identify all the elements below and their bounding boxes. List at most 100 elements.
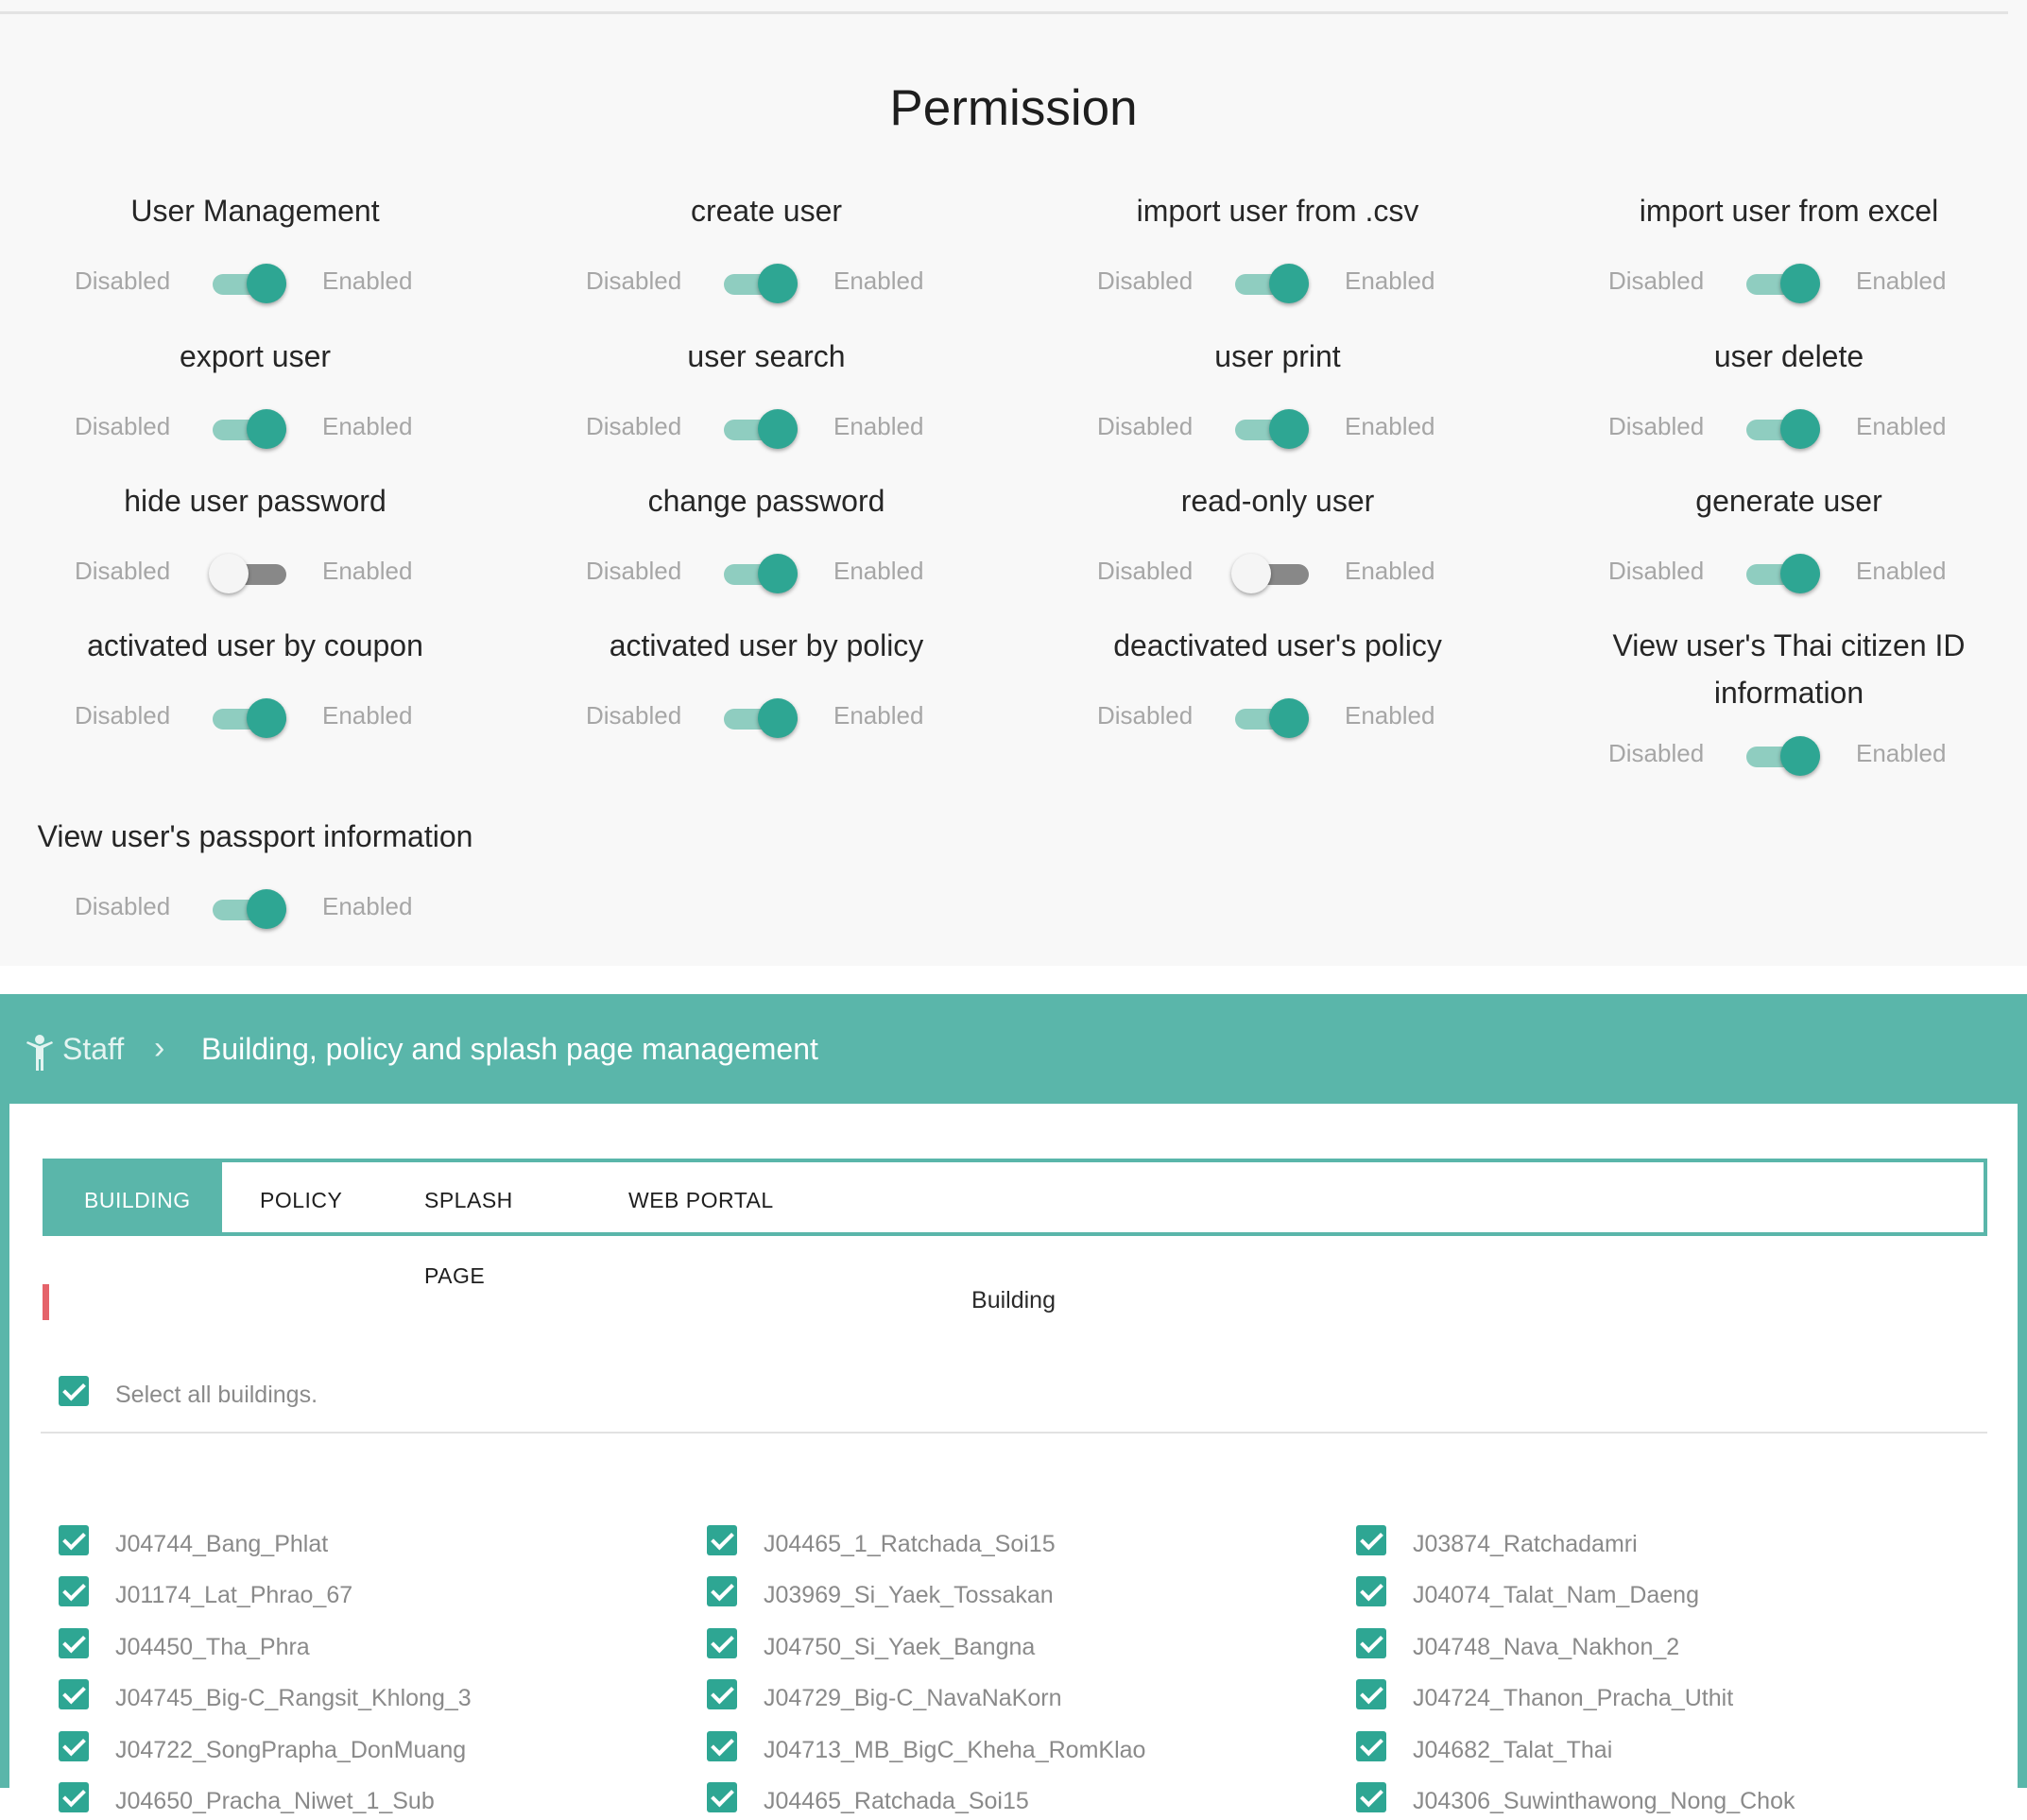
enabled-label: Enabled xyxy=(1345,266,1435,295)
building-checkbox[interactable] xyxy=(707,1679,737,1709)
toggle-knob[interactable] xyxy=(758,264,798,303)
building-name: J04713_MB_BigC_Kheha_RomKlao xyxy=(764,1737,1146,1763)
enabled-label: Enabled xyxy=(1856,266,1947,295)
toggle-row: Disabled Enabled xyxy=(510,690,1022,747)
permission-toggle-switch[interactable] xyxy=(1743,553,1822,594)
select-all-checkbox[interactable] xyxy=(59,1376,89,1406)
building-checkbox[interactable] xyxy=(707,1628,737,1658)
toggle-knob[interactable] xyxy=(247,889,286,929)
building-name: J04074_Talat_Nam_Daeng xyxy=(1413,1582,1699,1608)
permission-item: import user from .csv Disabled Enabled xyxy=(1022,187,1534,312)
permission-toggle-switch[interactable] xyxy=(1231,697,1311,739)
toggle-row: Disabled Enabled xyxy=(510,545,1022,602)
toggle-row: Disabled Enabled xyxy=(1533,255,2027,312)
building-checkbox[interactable] xyxy=(1356,1679,1386,1709)
building-checkbox[interactable] xyxy=(1356,1782,1386,1812)
enabled-label: Enabled xyxy=(1856,412,1947,440)
permission-toggle-switch[interactable] xyxy=(1743,263,1822,304)
building-section-title: Building xyxy=(971,1287,1056,1313)
toggle-knob[interactable] xyxy=(1780,264,1820,303)
permission-label: read-only user xyxy=(1180,484,1375,518)
disabled-label: Disabled xyxy=(75,892,171,920)
building-checkbox[interactable] xyxy=(1356,1576,1386,1606)
permission-toggle-switch[interactable] xyxy=(209,408,288,450)
disabled-label: Disabled xyxy=(75,266,171,295)
breadcrumb-current-page: Building, policy and splash page managem… xyxy=(201,1032,818,1066)
permission-toggle-switch[interactable] xyxy=(1231,553,1311,594)
permission-label: View user's Thai citizen ID information xyxy=(1612,628,1966,710)
permission-label: activated user by policy xyxy=(609,628,924,662)
building-name: J04745_Big-C_Rangsit_Khlong_3 xyxy=(115,1685,472,1711)
permission-toggle-switch[interactable] xyxy=(209,697,288,739)
building-checkbox[interactable] xyxy=(1356,1525,1386,1555)
building-panel-body: BUILDING POLICY SPLASH PAGE WEB PORTAL B… xyxy=(9,1104,2018,1814)
tab-building[interactable]: BUILDING xyxy=(46,1162,222,1232)
toggle-row: Disabled Enabled xyxy=(0,881,511,937)
toggle-knob[interactable] xyxy=(1231,554,1271,593)
permission-toggle-switch[interactable] xyxy=(1743,735,1822,777)
building-checkbox[interactable] xyxy=(707,1525,737,1555)
toggle-knob[interactable] xyxy=(758,409,798,449)
building-name: J04729_Big-C_NavaNaKorn xyxy=(764,1685,1062,1711)
building-checkbox[interactable] xyxy=(59,1525,89,1555)
building-name: J04650_Pracha_Niwet_1_Sub xyxy=(115,1788,435,1814)
enabled-label: Enabled xyxy=(1856,739,1947,767)
permission-toggle-switch[interactable] xyxy=(209,888,288,930)
toggle-knob[interactable] xyxy=(1780,409,1820,449)
toggle-knob[interactable] xyxy=(1269,264,1309,303)
divider xyxy=(41,1432,1987,1434)
permission-toggle-switch[interactable] xyxy=(720,697,799,739)
toggle-knob[interactable] xyxy=(209,554,249,593)
permission-toggle-switch[interactable] xyxy=(720,263,799,304)
permission-item: user search Disabled Enabled xyxy=(510,333,1022,457)
breadcrumb: Staff › Building, policy and splash page… xyxy=(0,994,2027,1104)
building-checkbox[interactable] xyxy=(59,1679,89,1709)
building-checkbox[interactable] xyxy=(707,1782,737,1812)
permission-toggle-switch[interactable] xyxy=(720,408,799,450)
permission-toggle-switch[interactable] xyxy=(1231,408,1311,450)
permission-label: change password xyxy=(647,484,885,518)
permission-item: generate user Disabled Enabled xyxy=(1533,477,2027,602)
toggle-row: Disabled Enabled xyxy=(510,255,1022,312)
tab-web-portal[interactable]: WEB PORTAL xyxy=(572,1162,780,1232)
enabled-label: Enabled xyxy=(322,412,413,440)
toggle-knob[interactable] xyxy=(247,264,286,303)
permission-panel: Permission User Management Disabled Enable… xyxy=(0,0,2027,966)
building-checkbox[interactable] xyxy=(59,1782,89,1812)
toggle-row: Disabled Enabled xyxy=(0,255,511,312)
building-checkbox[interactable] xyxy=(707,1731,737,1761)
building-checkbox[interactable] xyxy=(1356,1731,1386,1761)
disabled-label: Disabled xyxy=(1097,701,1194,730)
toggle-knob[interactable] xyxy=(247,698,286,738)
toggle-knob[interactable] xyxy=(1780,736,1820,776)
permission-toggle-switch[interactable] xyxy=(1743,408,1822,450)
toggle-knob[interactable] xyxy=(1269,409,1309,449)
permission-toggle-switch[interactable] xyxy=(720,553,799,594)
building-checkbox[interactable] xyxy=(1356,1628,1386,1658)
breadcrumb-staff-link[interactable]: Staff xyxy=(62,1032,124,1067)
enabled-label: Enabled xyxy=(1345,412,1435,440)
disabled-label: Disabled xyxy=(1608,739,1705,767)
toggle-knob[interactable] xyxy=(758,698,798,738)
building-checkbox[interactable] xyxy=(59,1628,89,1658)
toggle-knob[interactable] xyxy=(1269,698,1309,738)
tab-policy[interactable]: POLICY xyxy=(222,1162,364,1232)
permission-item: View user's Thai citizen ID information D… xyxy=(1533,622,2027,784)
toggle-row: Disabled Enabled xyxy=(0,401,511,457)
building-checkbox[interactable] xyxy=(707,1576,737,1606)
building-checkbox[interactable] xyxy=(59,1576,89,1606)
toggle-knob[interactable] xyxy=(247,409,286,449)
permission-item: hide user password Disabled Enabled xyxy=(0,477,511,602)
toggle-knob[interactable] xyxy=(1780,554,1820,593)
permission-toggle-switch[interactable] xyxy=(209,553,288,594)
toggle-knob[interactable] xyxy=(758,554,798,593)
building-checkbox[interactable] xyxy=(59,1731,89,1761)
toggle-row: Disabled Enabled xyxy=(1533,728,2027,784)
building-name: J04722_SongPrapha_DonMuang xyxy=(115,1737,467,1763)
toggle-row: Disabled Enabled xyxy=(1533,545,2027,602)
tab-splash-page[interactable]: SPLASH PAGE xyxy=(364,1162,572,1288)
enabled-label: Enabled xyxy=(1345,701,1435,730)
permission-toggle-switch[interactable] xyxy=(1231,263,1311,304)
building-name: J04450_Tha_Phra xyxy=(115,1634,310,1660)
permission-toggle-switch[interactable] xyxy=(209,263,288,304)
